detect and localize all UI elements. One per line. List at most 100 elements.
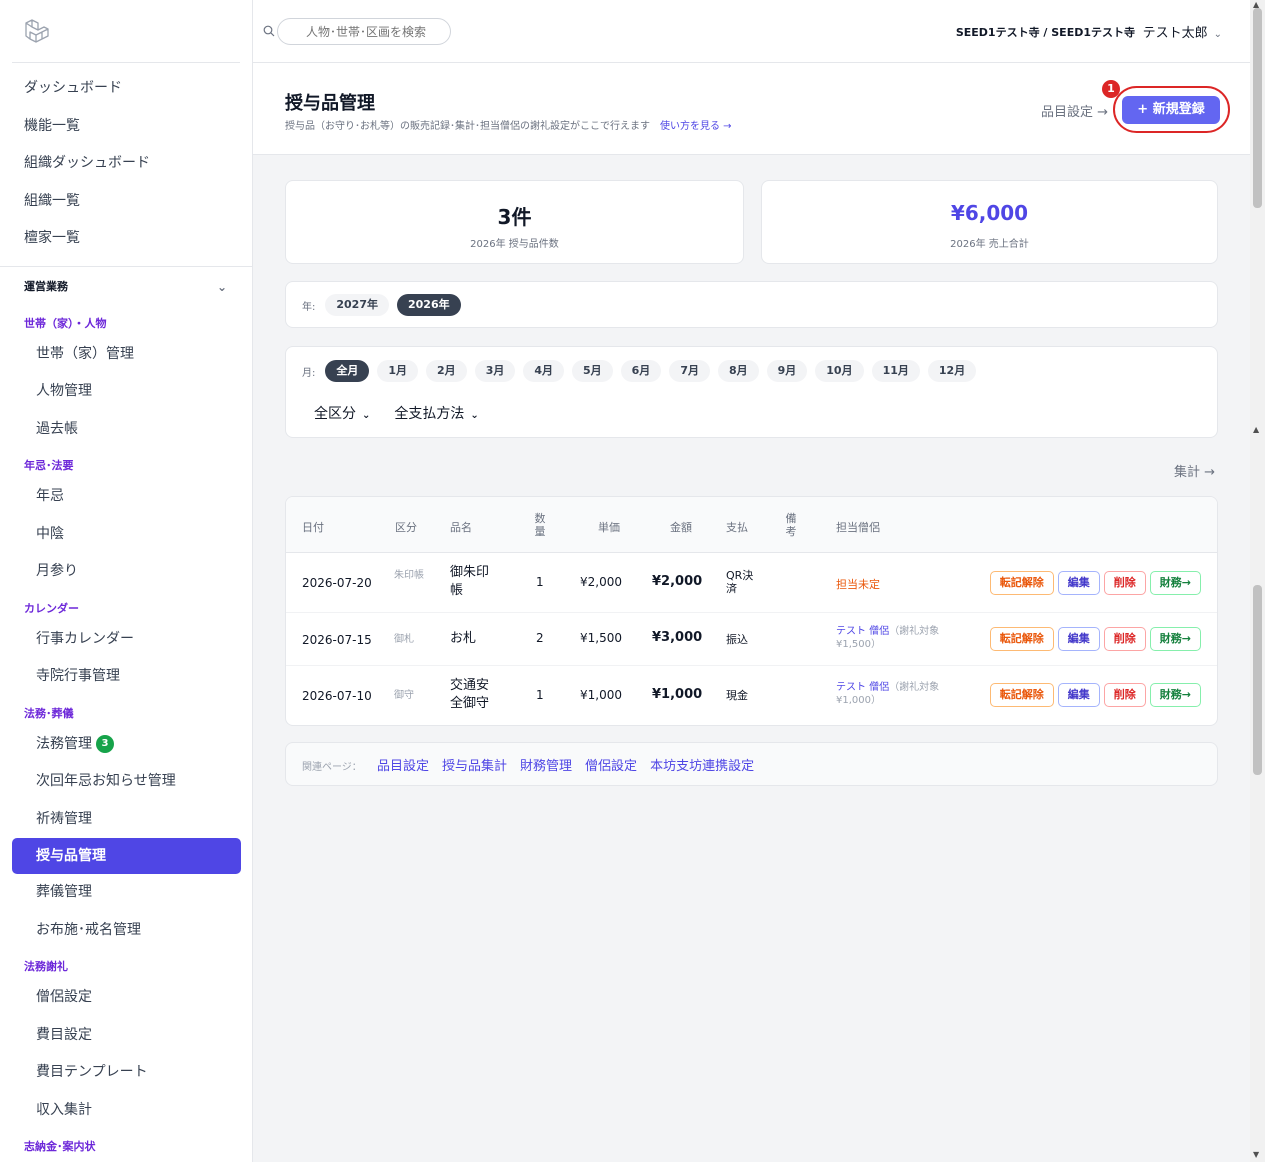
scroll-down-icon[interactable]: ▼: [1253, 1150, 1259, 1159]
month-pill-3[interactable]: 3月: [474, 360, 516, 382]
sidebar-item-temple-events[interactable]: 寺院行事管理: [0, 658, 252, 696]
month-pill-4[interactable]: 4月: [523, 360, 564, 382]
month-pill-1[interactable]: 1月: [377, 360, 419, 382]
stat-value: ¥6,000: [950, 201, 1029, 225]
related-link-honbo[interactable]: 本坊支坊連携設定: [650, 755, 754, 774]
payment-select-value: 全支払方法: [394, 406, 465, 422]
transfer-cancel-button[interactable]: 転記解除: [989, 627, 1054, 651]
sidebar-item-nenki[interactable]: 年忌: [0, 478, 252, 516]
sidebar-group-shinoukin: 志納金･案内状: [24, 1140, 96, 1153]
search-input[interactable]: [277, 18, 451, 45]
sidebar-item-person[interactable]: 人物管理: [0, 373, 252, 411]
related-link-monk-settings[interactable]: 僧侶設定: [585, 755, 637, 774]
sidebar-item-household[interactable]: 世帯（家）管理: [0, 336, 252, 374]
sidebar-item-danka[interactable]: 檀家一覧: [0, 220, 252, 258]
month-pill-7[interactable]: 7月: [669, 360, 710, 382]
month-pill-6[interactable]: 6月: [620, 360, 662, 382]
cell-qty: 2: [536, 631, 544, 645]
edit-button[interactable]: 編集: [1057, 627, 1100, 651]
sidebar-item-expense-template[interactable]: 費目テンプレート: [0, 1054, 252, 1092]
sidebar-group-calendar: カレンダー: [24, 601, 79, 615]
sidebar-item-orgs[interactable]: 組織一覧: [0, 183, 252, 221]
col-amount: 金額: [670, 521, 692, 534]
sidebar-divider: [12, 62, 240, 63]
scrollbar-thumb[interactable]: [1253, 8, 1262, 208]
cell-amount: ¥1,000: [652, 687, 703, 702]
sidebar-item-kitou[interactable]: 祈祷管理: [0, 801, 252, 839]
delete-button[interactable]: 削除: [1103, 683, 1146, 707]
finance-button[interactable]: 財務→: [1149, 627, 1201, 651]
month-pill-all[interactable]: 全月: [325, 360, 370, 382]
item-settings-link[interactable]: 品目設定 →: [1041, 101, 1108, 120]
app-logo-icon[interactable]: [22, 18, 50, 46]
sidebar-group-household: 世帯（家）・人物: [24, 316, 107, 330]
sidebar-item-kakocho[interactable]: 過去帳: [0, 411, 252, 449]
month-pill-5[interactable]: 5月: [572, 360, 613, 382]
sidebar-item-features[interactable]: 機能一覧: [0, 108, 252, 146]
delete-button[interactable]: 削除: [1103, 627, 1146, 651]
monk-name[interactable]: テスト 僧侶: [836, 682, 889, 693]
month-pill-11[interactable]: 11月: [871, 360, 920, 382]
payment-select[interactable]: 全支払方法 ⌄: [394, 403, 478, 423]
cell-amount: ¥3,000: [652, 630, 703, 645]
edit-button[interactable]: 編集: [1057, 683, 1100, 707]
month-pill-12[interactable]: 12月: [927, 360, 977, 382]
org-switcher[interactable]: SEED1テスト寺 / SEED1テスト寺: [956, 24, 1135, 40]
col-payment: 支払: [726, 521, 748, 534]
sidebar-nav: ダッシュボード 機能一覧 組織ダッシュボード 組織一覧 檀家一覧 運営業務 ⌄ …: [0, 70, 252, 1159]
transfer-cancel-button[interactable]: 転記解除: [989, 683, 1054, 707]
cell-name: 御朱印帳: [450, 565, 490, 598]
user-menu[interactable]: テスト太郎 ⌄: [1143, 22, 1222, 41]
sidebar-section-operations[interactable]: 運営業務 ⌄: [0, 265, 252, 306]
related-link-juyohin-summary[interactable]: 授与品集計: [442, 755, 507, 774]
scroll-up-icon[interactable]: ▲: [1253, 425, 1259, 434]
finance-button[interactable]: 財務→: [1149, 571, 1201, 595]
sidebar-item-expense-settings[interactable]: 費目設定: [0, 1017, 252, 1055]
related-link-item-settings[interactable]: 品目設定: [377, 755, 429, 774]
transfer-cancel-button[interactable]: 転記解除: [989, 571, 1054, 595]
sidebar-item-income-summary[interactable]: 収入集計: [0, 1092, 252, 1130]
col-monk: 担当僧侶: [836, 521, 880, 534]
related-links: 品目設定 授与品集計 財務管理 僧侶設定 本坊支坊連携設定: [377, 755, 754, 774]
sidebar-item-event-calendar[interactable]: 行事カレンダー: [0, 621, 252, 659]
year-filter-label: 年:: [302, 301, 316, 313]
month-pill-10[interactable]: 10月: [815, 360, 864, 382]
sidebar-item-ofuse[interactable]: お布施･戒名管理: [0, 912, 252, 950]
sidebar-item-chuin[interactable]: 中陰: [0, 516, 252, 554]
related-link-finance[interactable]: 財務管理: [520, 755, 572, 774]
count-badge: 3: [96, 734, 114, 753]
month-pill-8[interactable]: 8月: [717, 360, 759, 382]
category-select[interactable]: 全区分 ⌄: [314, 403, 370, 423]
table-header: 日付 区分 品名 数量 単価 金額 支払 備考 担当僧侶: [286, 497, 1217, 553]
page-subtitle: 授与品（お守り･お札等）の販売記録･集計･担当僧侶の謝礼設定がここで行えます 使い…: [285, 117, 732, 132]
sidebar-item-sougi[interactable]: 葬儀管理: [0, 874, 252, 912]
cell-monk: テスト 僧侶（謝礼対象 ¥1,000）: [836, 681, 946, 707]
cell-category: 朱印帳: [394, 570, 424, 581]
scroll-up-icon[interactable]: ▲: [1253, 0, 1259, 9]
sidebar-item-next-nenki[interactable]: 次回年忌お知らせ管理: [0, 763, 252, 801]
finance-button[interactable]: 財務→: [1149, 683, 1201, 707]
monk-name[interactable]: テスト 僧侶: [836, 626, 889, 637]
howto-link[interactable]: 使い方を見る →: [660, 121, 732, 132]
sidebar-item-houmu[interactable]: 法務管理 3: [0, 726, 252, 764]
sidebar-item-org-dashboard[interactable]: 組織ダッシュボード: [0, 145, 252, 183]
col-name: 品名: [450, 521, 472, 534]
sidebar-item-monk-settings[interactable]: 僧侶設定: [0, 979, 252, 1017]
year-pill-2026[interactable]: 2026年: [397, 294, 461, 316]
cell-unit-price: ¥2,000: [580, 575, 622, 589]
sidebar-item-juyohin[interactable]: 授与品管理: [12, 838, 241, 874]
summary-link[interactable]: 集計 →: [1174, 461, 1215, 480]
month-pill-2[interactable]: 2月: [426, 360, 467, 382]
edit-button[interactable]: 編集: [1057, 571, 1100, 595]
delete-button[interactable]: 削除: [1103, 571, 1146, 595]
scrollbar-thumb[interactable]: [1253, 585, 1262, 775]
sidebar-item-tsukimairi[interactable]: 月参り: [0, 553, 252, 591]
year-pills: 年: 2027年 2026年: [302, 294, 461, 316]
cell-unit-price: ¥1,500: [580, 631, 622, 645]
sidebar-item-dashboard[interactable]: ダッシュボード: [0, 70, 252, 108]
table-row: 2026-07-15 御札 お札 2 ¥1,500 ¥3,000 振込 テスト …: [286, 613, 1217, 666]
year-pill-2027[interactable]: 2027年: [325, 294, 389, 316]
month-pill-9[interactable]: 9月: [766, 360, 808, 382]
cell-name: 交通安全御守: [450, 678, 490, 711]
cell-name: お札: [450, 631, 477, 646]
